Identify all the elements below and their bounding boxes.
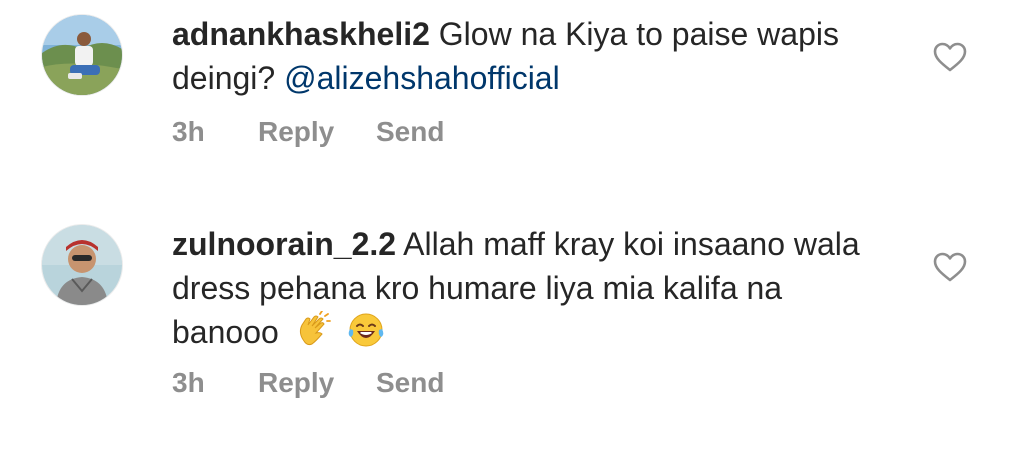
comment-item: zulnoorain_2.2 Allah maff kray koi insaa… (0, 210, 1024, 452)
comment-actions: 3h Reply Send (172, 367, 444, 399)
comment-item: adnankhaskheli2 Glow na Kiya to paise wa… (0, 0, 1024, 200)
mention-link[interactable]: @alizehshahofficial (284, 60, 560, 96)
heart-outline-icon[interactable] (933, 252, 967, 282)
username[interactable]: adnankhaskheli2 (172, 16, 430, 52)
clapping-hands-icon (294, 310, 332, 349)
comment-text: adnankhaskheli2 Glow na Kiya to paise wa… (172, 12, 872, 100)
comment-actions: 3h Reply Send (172, 116, 444, 148)
reply-button[interactable]: Reply (258, 367, 376, 399)
avatar[interactable] (42, 15, 122, 95)
laughing-tears-icon (347, 311, 385, 349)
timestamp: 3h (172, 367, 205, 398)
avatar[interactable] (42, 225, 122, 305)
timestamp: 3h (172, 116, 205, 147)
reply-button[interactable]: Reply (258, 116, 376, 148)
send-button[interactable]: Send (376, 367, 444, 399)
heart-outline-icon[interactable] (933, 42, 967, 72)
send-button[interactable]: Send (376, 116, 444, 148)
username[interactable]: zulnoorain_2.2 (172, 226, 396, 262)
comment-text: zulnoorain_2.2 Allah maff kray koi insaa… (172, 222, 872, 354)
